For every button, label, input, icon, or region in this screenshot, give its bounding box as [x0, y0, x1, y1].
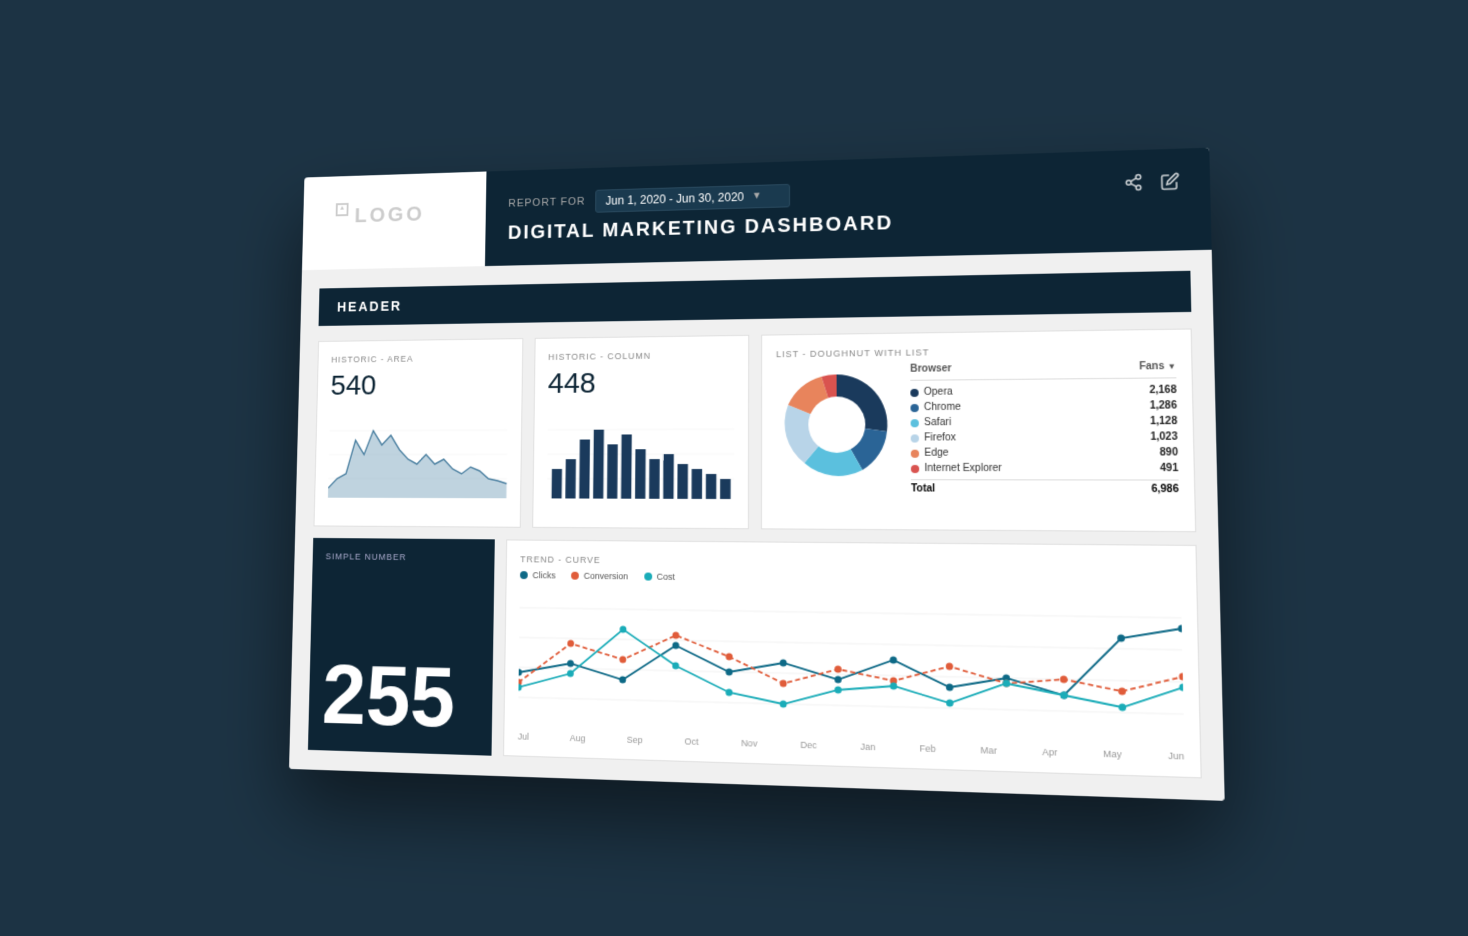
trend-title: TREND - CURVE [520, 554, 1180, 571]
legend-dot [571, 571, 579, 579]
browser-value: 2,168 [1149, 384, 1176, 396]
x-axis-label: May [1103, 748, 1122, 759]
legend-item: Conversion [571, 570, 628, 581]
list-header: Browser Fans ▼ [910, 360, 1176, 380]
list-item: Edge 890 [911, 444, 1178, 460]
historic-column-title: HISTORIC - COLUMN [548, 349, 734, 361]
dashboard-card: LOGO REPORT FOR Jun 1, 2020 - Jun 30, 20… [289, 147, 1225, 800]
x-axis-label: Aug [570, 732, 586, 743]
date-range-value: Jun 1, 2020 - Jun 30, 2020 [605, 189, 744, 207]
header-right: REPORT FOR Jun 1, 2020 - Jun 30, 2020 ▼ [485, 147, 1212, 265]
trend-legend: Clicks Conversion Cost [520, 570, 1181, 588]
total-value: 6,986 [1151, 483, 1179, 495]
browser-col-label: Browser [910, 363, 952, 375]
x-axis-label: Apr [1042, 746, 1057, 757]
browser-value: 890 [1160, 447, 1178, 459]
section-label: HEADER [337, 298, 402, 314]
x-axis-label: Dec [800, 739, 816, 750]
header-bar: LOGO REPORT FOR Jun 1, 2020 - Jun 30, 20… [302, 147, 1212, 270]
x-axis-label: Jan [860, 741, 875, 752]
simple-number-card: SIMPLE NUMBER 255 [308, 537, 495, 755]
browser-name: Edge [911, 447, 949, 458]
column-chart [546, 409, 734, 499]
browser-name: Opera [910, 386, 952, 397]
legend-dot [520, 571, 528, 579]
browser-color-dot [911, 433, 919, 441]
charts-row-1: HISTORIC - AREA 540 [314, 328, 1197, 532]
list-item: Firefox 1,023 [911, 429, 1178, 445]
browser-color-dot [910, 388, 918, 396]
list-item: Safari 1,128 [911, 413, 1178, 430]
browser-value: 1,128 [1150, 415, 1178, 427]
header-icons [1124, 171, 1185, 196]
simple-number-value: 255 [321, 653, 479, 741]
edit-icon[interactable] [1160, 171, 1180, 195]
chevron-down-icon: ▼ [752, 190, 762, 201]
doughnut-list-title: LIST - DOUGHNUT WITH LIST [776, 344, 1176, 359]
x-axis-label: Nov [741, 737, 757, 748]
list-item: Opera 2,168 [910, 382, 1177, 400]
browser-name: Chrome [910, 401, 961, 412]
historic-area-value: 540 [330, 368, 508, 402]
legend-item: Clicks [520, 570, 556, 580]
historic-column-card: HISTORIC - COLUMN 448 [532, 334, 749, 528]
historic-area-title: HISTORIC - AREA [331, 352, 508, 364]
perspective-container: LOGO REPORT FOR Jun 1, 2020 - Jun 30, 20… [0, 158, 1468, 779]
historic-column-value: 448 [548, 365, 735, 400]
browser-name: Firefox [911, 432, 956, 443]
report-for-label: REPORT FOR [508, 195, 585, 209]
browser-color-dot [911, 418, 919, 426]
x-axis-label: Jul [518, 731, 529, 741]
x-axis-label: Oct [685, 736, 699, 747]
share-icon[interactable] [1124, 173, 1144, 197]
main-content: HEADER HISTORIC - AREA 540 [289, 249, 1225, 800]
x-axis-label: Mar [980, 744, 997, 755]
browser-rows-container: Opera 2,168 Chrome 1,286 Safari 1,128 Fi… [910, 382, 1178, 476]
x-axis-label: Jun [1168, 750, 1184, 761]
legend-dot [644, 572, 652, 580]
browser-name: Safari [911, 416, 952, 427]
trend-card: TREND - CURVE Clicks Conversion Cost [503, 539, 1202, 778]
simple-number-title: SIMPLE NUMBER [325, 551, 481, 562]
list-total-row: Total 6,986 [911, 479, 1179, 495]
logo-box: LOGO [302, 171, 486, 270]
list-item: Internet Explorer 491 [911, 460, 1179, 476]
browser-name: Internet Explorer [911, 462, 1002, 473]
browser-value: 1,023 [1150, 431, 1178, 443]
date-range-dropdown[interactable]: Jun 1, 2020 - Jun 30, 2020 ▼ [595, 183, 791, 212]
trend-chart [518, 587, 1184, 746]
browser-value: 1,286 [1150, 400, 1177, 412]
section-header: HEADER [319, 270, 1192, 325]
x-axis-label: Feb [919, 743, 935, 754]
doughnut-chart [776, 363, 899, 494]
legend-item: Cost [644, 571, 675, 581]
total-label: Total [911, 483, 935, 494]
browser-color-dot [911, 449, 919, 457]
doughnut-list-card: LIST - DOUGHNUT WITH LIST [761, 328, 1196, 532]
logo-text: LOGO [334, 192, 454, 249]
sort-icon: ▼ [1167, 361, 1176, 370]
x-axis-label: Sep [627, 734, 643, 745]
browser-color-dot [910, 403, 918, 411]
charts-row-2: SIMPLE NUMBER 255 TREND - CURVE Clicks C… [308, 537, 1202, 777]
browser-value: 491 [1160, 462, 1178, 474]
fans-col-label: Fans ▼ [1139, 360, 1176, 372]
svg-text:LOGO: LOGO [354, 200, 424, 226]
browser-color-dot [911, 464, 919, 472]
browser-list: Browser Fans ▼ Opera 2,168 Chrome 1,286 [910, 360, 1179, 495]
area-chart [328, 410, 508, 498]
list-item: Chrome 1,286 [910, 398, 1177, 415]
historic-area-card: HISTORIC - AREA 540 [314, 338, 523, 528]
